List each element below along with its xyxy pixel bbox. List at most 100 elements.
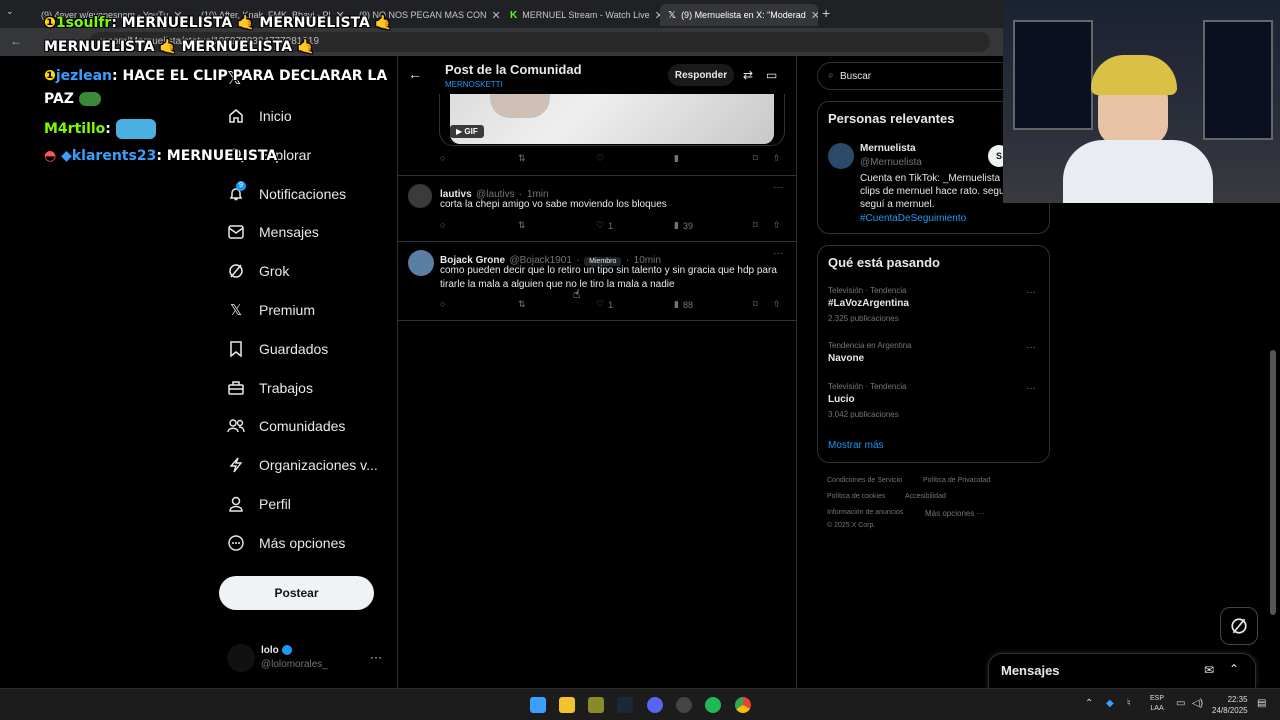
chrome-icon[interactable]: [735, 697, 751, 713]
nav-item-comunidades[interactable]: Comunidades: [227, 417, 345, 435]
divider: [398, 241, 796, 242]
views-icon: ▮: [674, 299, 679, 309]
bell-icon: 9: [227, 181, 246, 203]
trend-context: Televisión · Tendencia: [828, 286, 907, 295]
file-explorer-icon[interactable]: [559, 697, 575, 713]
nav-item-guardados[interactable]: Guardados: [227, 340, 328, 358]
person-icon: [227, 495, 245, 513]
views-button[interactable]: ▮ 88: [674, 299, 693, 310]
notification-center-icon[interactable]: ▤: [1257, 698, 1266, 709]
avatar[interactable]: [408, 250, 434, 276]
nav-item-mensajes[interactable]: Mensajes: [227, 223, 319, 241]
avatar[interactable]: [828, 143, 854, 169]
avatar[interactable]: [227, 644, 255, 672]
bookmark-icon[interactable]: ⌑: [753, 220, 758, 231]
footer-link[interactable]: Política de cookies: [827, 493, 885, 500]
language-indicator[interactable]: ESP LAA: [1150, 694, 1164, 714]
account-name[interactable]: lolo: [261, 645, 292, 656]
bookmark-icon[interactable]: ⌑: [753, 299, 758, 310]
reply-icon[interactable]: ○: [440, 153, 445, 163]
microphone-icon[interactable]: ♮: [1127, 698, 1131, 709]
grok-floating-button[interactable]: [1220, 607, 1258, 645]
tray-app-icon[interactable]: ◆: [1106, 698, 1114, 709]
more-dots-icon[interactable]: ···: [1026, 342, 1036, 353]
repost-icon[interactable]: ⇅: [518, 220, 526, 231]
nav-item-inicio[interactable]: Inicio: [227, 107, 292, 125]
footer-link[interactable]: Política de Privacidad: [923, 477, 990, 484]
reply-icon[interactable]: ○: [440, 299, 445, 309]
windows-start-icon[interactable]: [530, 697, 546, 713]
nav-item-notificaciones[interactable]: 9 Notificaciones: [227, 181, 346, 203]
nav-item-grok[interactable]: Grok: [227, 262, 289, 280]
tab-search-icon[interactable]: ⌄: [6, 6, 14, 17]
share-icon[interactable]: ⇧: [773, 153, 781, 164]
messages-drawer[interactable]: Mensajes ✉ ⌃: [988, 653, 1256, 688]
close-icon[interactable]: ✕: [492, 9, 501, 22]
footer-link[interactable]: Condiciones de Servicio: [827, 477, 902, 484]
bookmark-icon[interactable]: ⌑: [753, 153, 758, 164]
views-button[interactable]: ▮ 39: [674, 220, 693, 231]
clock[interactable]: 22:35 24/8/2025: [1212, 694, 1248, 716]
post-button[interactable]: Postear: [219, 576, 374, 610]
network-icon[interactable]: ▭: [1176, 698, 1185, 709]
more-dots-icon[interactable]: ···: [1026, 287, 1036, 298]
scrollbar-thumb[interactable]: [1270, 350, 1276, 615]
nav-item-organizaciones[interactable]: Organizaciones v...: [227, 456, 378, 474]
divider: [796, 56, 797, 688]
browser-tab-active[interactable]: 𝕏 (9) Mernuelista en X: "Moderad ✕: [660, 4, 818, 26]
trend-name: #LaVozArgentina: [828, 298, 909, 309]
divider: [398, 175, 796, 176]
trend-name: Navone: [828, 353, 865, 364]
spotify-icon[interactable]: [705, 697, 721, 713]
reader-icon[interactable]: ▭: [766, 68, 777, 82]
nav-item-perfil[interactable]: Perfil: [227, 495, 291, 513]
steam-icon[interactable]: [617, 697, 633, 713]
divider: [397, 56, 398, 688]
obs-icon[interactable]: [676, 697, 692, 713]
avatar[interactable]: [408, 184, 432, 208]
lightning-icon: [227, 456, 245, 474]
search-input[interactable]: Buscar: [840, 71, 871, 82]
footer-link[interactable]: Información de anuncios: [827, 509, 903, 516]
new-tab-icon[interactable]: +: [822, 5, 830, 21]
back-arrow-icon[interactable]: ←: [408, 66, 422, 82]
more-dots-icon[interactable]: ···: [1026, 383, 1036, 394]
collapse-icon[interactable]: ⌃: [1229, 662, 1239, 676]
more-dots-icon[interactable]: ···: [773, 182, 783, 193]
browser-tab[interactable]: K MERNUEL Stream - Watch Live ✕: [502, 4, 660, 26]
views-icon[interactable]: ▮: [674, 153, 679, 164]
share-icon[interactable]: ⇧: [773, 299, 781, 310]
nav-item-premium[interactable]: 𝕏 Premium: [227, 301, 315, 319]
discord-icon[interactable]: [647, 697, 663, 713]
volume-icon[interactable]: ◁): [1192, 698, 1203, 709]
chat-message: ❶1soulfr: MERNUELISTA 🤙 MERNUELISTA 🤙: [44, 15, 393, 31]
tray-chevron-icon[interactable]: ⌃: [1085, 698, 1093, 709]
footer-more[interactable]: Más opciones ···: [925, 509, 985, 518]
views-icon: ▮: [674, 220, 679, 230]
reply-button[interactable]: Responder: [668, 64, 734, 86]
like-button[interactable]: ♡ 1: [596, 220, 613, 231]
filter-icon[interactable]: ⇄: [743, 68, 753, 82]
like-button[interactable]: ♡ 1: [596, 299, 613, 310]
trend-count: 2.325 publicaciones: [828, 314, 899, 323]
back-icon[interactable]: ←: [10, 34, 22, 48]
footer-link[interactable]: Accesibilidad: [905, 493, 946, 500]
nav-item-trabajos[interactable]: Trabajos: [227, 379, 313, 397]
like-icon[interactable]: ♡: [596, 153, 604, 164]
app-icon[interactable]: [588, 697, 604, 713]
more-dots-icon[interactable]: ···: [773, 248, 783, 259]
repost-icon[interactable]: ⇅: [518, 299, 526, 310]
community-name[interactable]: MERNOSKETTI: [445, 80, 503, 89]
show-more-link[interactable]: Mostrar más: [828, 440, 884, 451]
hashtag-link[interactable]: #CuentaDeSeguimiento: [860, 213, 966, 224]
repost-icon[interactable]: ⇅: [518, 153, 526, 164]
bookmark-icon: [227, 340, 245, 358]
share-icon[interactable]: ⇧: [773, 220, 781, 231]
nav-item-mas-opciones[interactable]: Más opciones: [227, 534, 345, 552]
reply-icon[interactable]: ○: [440, 220, 445, 230]
person-name[interactable]: Mernuelista: [860, 143, 916, 154]
close-icon[interactable]: ✕: [811, 9, 818, 22]
new-message-icon[interactable]: ✉: [1204, 663, 1214, 677]
briefcase-icon: [227, 379, 245, 397]
more-dots-icon[interactable]: ···: [370, 650, 382, 664]
